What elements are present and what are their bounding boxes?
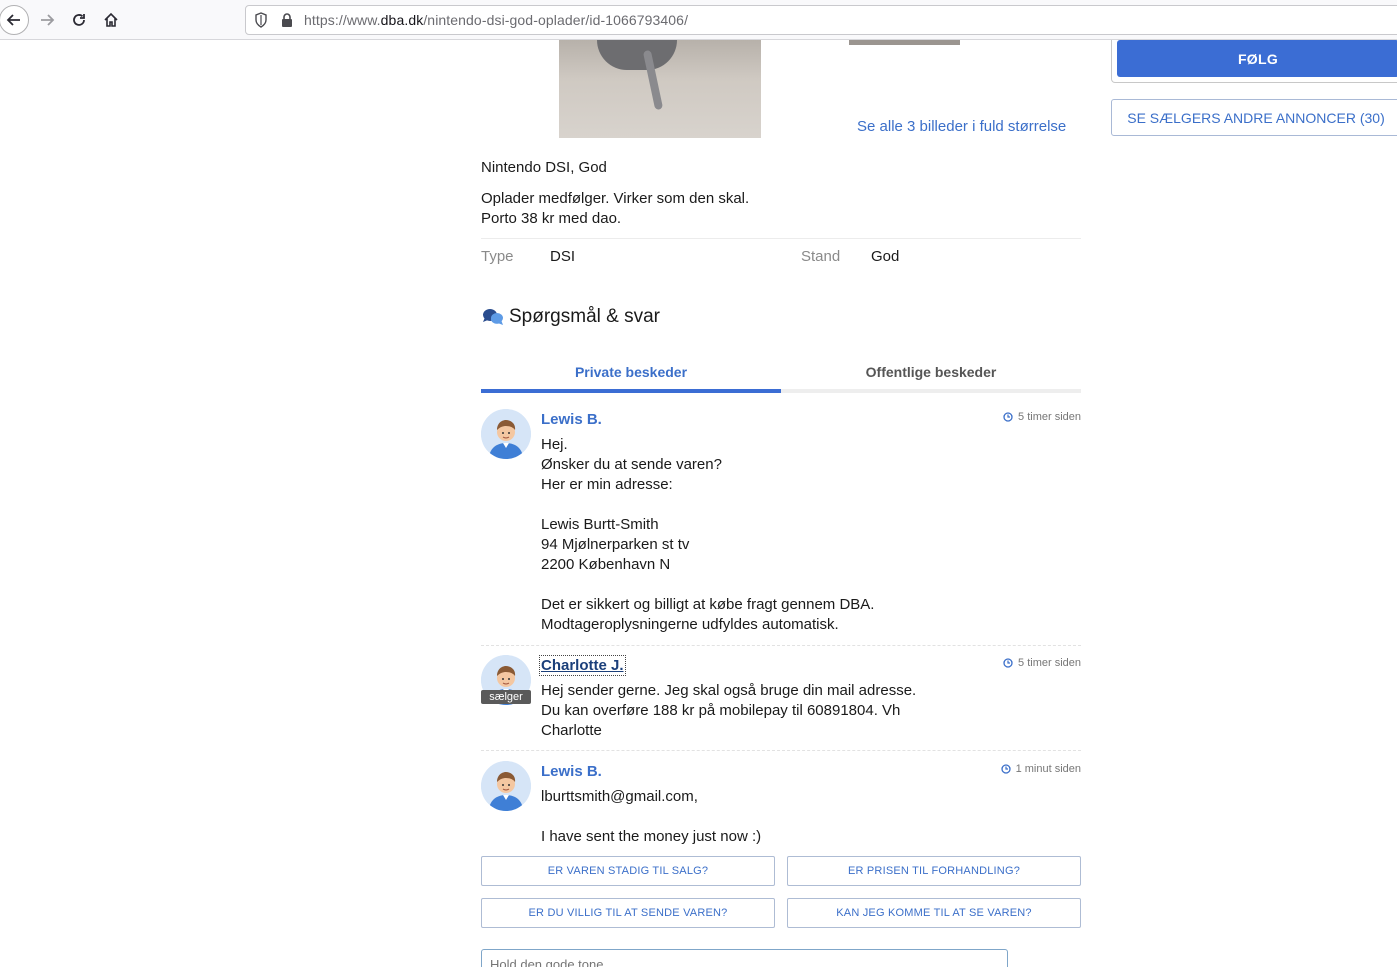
message-item: Lewis B. 5 timer siden Hej. Ønsker du at… (481, 409, 1081, 639)
tab-private-messages[interactable]: Private beskeder (481, 355, 781, 393)
arrow-left-icon (6, 14, 20, 26)
message-time-text: 1 minut siden (1015, 763, 1081, 775)
reload-button[interactable] (65, 6, 93, 34)
attribute-label-stand: Stand (801, 248, 841, 265)
follow-button[interactable]: FØLG (1117, 40, 1397, 77)
home-button[interactable] (97, 6, 125, 34)
message-separator (481, 645, 1081, 646)
forward-button[interactable] (33, 6, 61, 34)
charger-shape (597, 40, 677, 70)
clock-icon (1003, 658, 1013, 668)
product-image-main[interactable] (559, 40, 761, 138)
back-button[interactable] (0, 5, 29, 35)
clock-icon (1000, 764, 1011, 774)
message-item: sælger Charlotte J. 5 timer siden Hej se… (481, 655, 1081, 745)
message-body: Hej. Ønsker du at sende varen? Her er mi… (541, 436, 875, 633)
message-time: 1 minut siden (1000, 763, 1081, 775)
avatar[interactable] (481, 409, 531, 459)
browser-toolbar: https://www.dba.dk/nintendo-dsi-god-opla… (0, 0, 1397, 40)
message-item: Lewis B. 1 minut siden lburttsmith@gmail… (481, 761, 1081, 851)
reload-icon (73, 14, 85, 26)
arrow-right-icon (41, 14, 55, 26)
user-avatar-icon (481, 761, 531, 811)
shield-icon[interactable] (254, 12, 268, 33)
chat-bubbles-icon (483, 309, 503, 325)
seller-badge: sælger (481, 690, 531, 704)
url-bar[interactable]: https://www.dba.dk/nintendo-dsi-god-opla… (245, 5, 1397, 35)
message-time-text: 5 timer siden (1018, 411, 1081, 423)
attribute-label-type: Type (481, 248, 514, 265)
attribute-value-stand: God (871, 248, 900, 265)
tab-public-messages[interactable]: Offentlige beskeder (781, 355, 1081, 393)
product-image-thumb[interactable] (849, 40, 960, 45)
listing-title: Nintendo DSI, God (481, 159, 607, 176)
divider (481, 238, 1081, 239)
message-time: 5 timer siden (1003, 657, 1081, 669)
quick-reply-button[interactable]: KAN JEG KOMME TIL AT SE VAREN? (787, 898, 1081, 928)
see-all-images-link[interactable]: Se alle 3 billeder i fuld størrelse (857, 118, 1066, 135)
listing-description: Oplader medfølger. Virker som den skal. … (481, 190, 750, 227)
quick-reply-button[interactable]: ER VAREN STADIG TIL SALG? (481, 856, 775, 886)
message-separator (481, 750, 1081, 751)
quick-reply-button[interactable]: ER DU VILLIG TIL AT SENDE VAREN? (481, 898, 775, 928)
lock-icon[interactable] (281, 12, 293, 33)
reply-input[interactable] (481, 949, 1008, 967)
quick-reply-button[interactable]: ER PRISEN TIL FORHANDLING? (787, 856, 1081, 886)
message-body: Hej sender gerne. Jeg skal også bruge di… (541, 682, 917, 739)
message-author[interactable]: Lewis B. (541, 411, 602, 428)
qa-heading-text: Spørgsmål & svar (509, 306, 660, 327)
message-time: 5 timer siden (1003, 411, 1081, 423)
message-author[interactable]: Lewis B. (541, 763, 602, 780)
clock-icon (1003, 412, 1013, 422)
seller-other-ads-button[interactable]: SE SÆLGERS ANDRE ANNONCER (30) (1111, 99, 1397, 136)
url-text: https://www.dba.dk/nintendo-dsi-god-opla… (304, 12, 689, 28)
message-tabs: Private beskeder Offentlige beskeder (481, 355, 1081, 393)
avatar[interactable] (481, 761, 531, 811)
qa-heading: Spørgsmål & svar (481, 306, 660, 328)
attribute-value-type: DSI (550, 248, 576, 265)
message-author[interactable]: Charlotte J. (539, 655, 626, 676)
home-icon (104, 12, 118, 27)
user-avatar-icon (481, 409, 531, 459)
message-body: lburttsmith@gmail.com, I have sent the m… (541, 788, 762, 845)
message-time-text: 5 timer siden (1018, 657, 1081, 669)
